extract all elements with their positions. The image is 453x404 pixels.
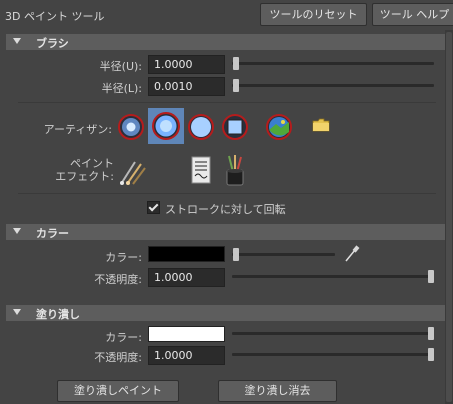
opacity-slider-track[interactable] bbox=[232, 275, 434, 278]
square-brush-icon[interactable] bbox=[220, 112, 250, 142]
flood-color-slider-handle[interactable] bbox=[428, 327, 434, 340]
opacity-slider-handle[interactable] bbox=[428, 270, 434, 283]
paint-effects-label: ペイント エフェクト: bbox=[55, 157, 114, 183]
flood-opacity-label: 不透明度: bbox=[94, 351, 142, 364]
color-swatch[interactable] bbox=[148, 246, 225, 262]
paint-brushes-icon[interactable] bbox=[117, 158, 147, 186]
paint-bucket-brushes-icon[interactable] bbox=[223, 154, 247, 186]
color-label: カラー: bbox=[105, 251, 142, 264]
radius-u-slider-handle[interactable] bbox=[233, 57, 239, 70]
vertical-scrollbar[interactable] bbox=[445, 30, 453, 404]
radius-u-slider-track[interactable] bbox=[232, 62, 434, 65]
eyedropper-icon[interactable] bbox=[344, 245, 360, 263]
opacity-label: 不透明度: bbox=[94, 273, 142, 286]
flood-erase-button[interactable]: 塗り潰し消去 bbox=[218, 380, 337, 402]
flood-color-label: カラー: bbox=[105, 331, 142, 344]
section-header-brush[interactable]: ブラシ bbox=[6, 34, 445, 50]
image-brush-icon[interactable] bbox=[264, 112, 294, 142]
selected-soft-brush-icon[interactable] bbox=[148, 108, 184, 144]
collapse-triangle-icon bbox=[13, 309, 21, 315]
flood-opacity-slider-handle[interactable] bbox=[428, 348, 434, 361]
document-icon[interactable] bbox=[190, 156, 212, 184]
opacity-field[interactable]: 1.0000 bbox=[148, 268, 225, 287]
color-slider-track[interactable] bbox=[232, 253, 335, 256]
section-header-color[interactable]: カラー bbox=[6, 224, 445, 240]
tool-title: 3D ペイント ツール bbox=[5, 10, 105, 23]
flood-paint-button[interactable]: 塗り潰しペイント bbox=[57, 380, 179, 402]
scrollbar-thumb[interactable] bbox=[446, 32, 452, 402]
section-title-color: カラー bbox=[36, 227, 69, 240]
collapse-triangle-icon bbox=[13, 38, 21, 44]
checkmark-icon bbox=[148, 201, 159, 212]
section-title-flood: 塗り潰し bbox=[36, 308, 80, 321]
rotate-to-stroke-label: ストロークに対して回転 bbox=[165, 203, 286, 216]
radius-l-label: 半径(L): bbox=[101, 82, 142, 95]
flood-opacity-slider-track[interactable] bbox=[232, 353, 434, 356]
radius-l-slider-track[interactable] bbox=[232, 84, 434, 87]
tool-header: 3D ペイント ツール ツールのリセット ツール ヘルプ bbox=[0, 0, 453, 30]
collapse-triangle-icon bbox=[13, 228, 21, 234]
section-title-brush: ブラシ bbox=[36, 37, 69, 50]
round-brush-icon[interactable] bbox=[186, 112, 216, 142]
artisan-label: アーティザン: bbox=[43, 123, 112, 136]
reset-tool-button[interactable]: ツールのリセット bbox=[260, 3, 367, 26]
flood-opacity-field[interactable]: 1.0000 bbox=[148, 346, 225, 365]
flood-color-swatch[interactable] bbox=[148, 326, 225, 342]
separator bbox=[18, 193, 436, 194]
rotate-to-stroke-checkbox[interactable] bbox=[147, 201, 160, 214]
tool-help-button[interactable]: ツール ヘルプ bbox=[372, 3, 453, 26]
radius-l-field[interactable]: 0.0010 bbox=[148, 77, 225, 96]
folder-icon[interactable] bbox=[312, 118, 330, 132]
radius-u-field[interactable]: 1.0000 bbox=[148, 55, 225, 74]
flood-color-slider-track[interactable] bbox=[232, 332, 434, 335]
radius-l-slider-handle[interactable] bbox=[233, 79, 239, 92]
separator bbox=[18, 102, 436, 103]
section-header-flood[interactable]: 塗り潰し bbox=[6, 305, 445, 321]
radius-u-label: 半径(U): bbox=[99, 60, 142, 73]
color-slider-handle[interactable] bbox=[233, 248, 239, 261]
soft-brush-icon[interactable] bbox=[116, 112, 146, 142]
